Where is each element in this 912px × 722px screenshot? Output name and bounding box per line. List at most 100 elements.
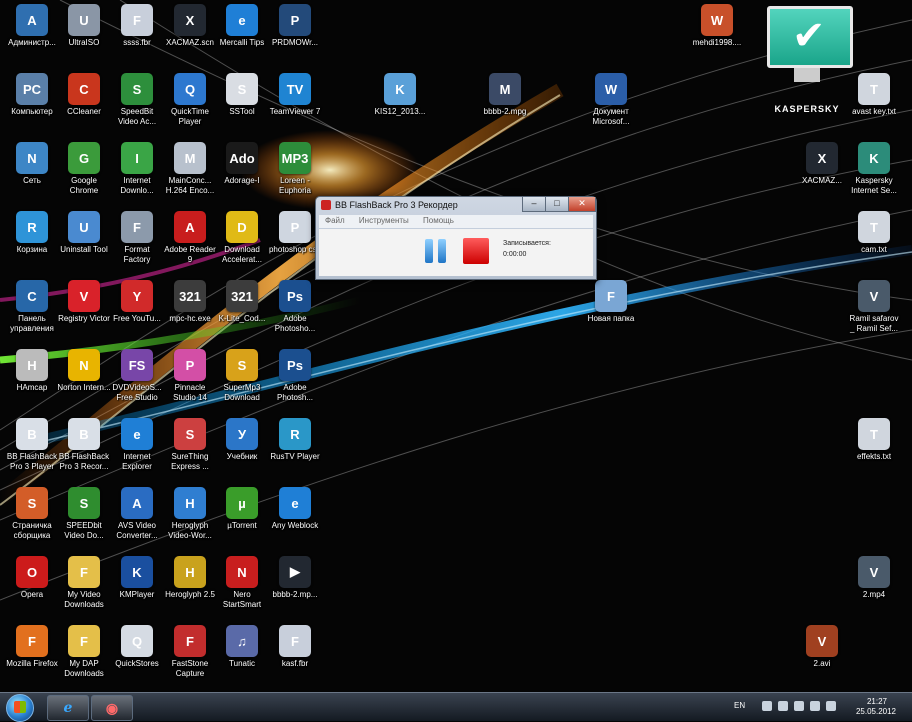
desktop-shortcut[interactable]: S SSTool [215,73,269,117]
desktop-shortcut[interactable]: ♫ Tunatic [215,625,269,669]
desktop-shortcut[interactable]: e Any Weblock [268,487,322,531]
tray-volume-icon[interactable] [826,701,836,711]
desktop-shortcut[interactable]: Q QuickStores [110,625,164,669]
desktop-shortcut[interactable]: F Mozilla Firefox [5,625,59,669]
desktop-shortcut[interactable]: F Format Factory [110,211,164,265]
desktop-shortcut[interactable]: V 2.mp4 [847,556,901,600]
media-file-icon: ▶ [279,556,311,588]
desktop-shortcut[interactable]: PC Компьютер [5,73,59,117]
desktop-shortcut[interactable]: H Heroglyph 2.5 [163,556,217,600]
desktop-shortcut[interactable]: S SpeedBit Video Ac... [110,73,164,127]
menu-help[interactable]: Помощь [417,215,460,225]
desktop-shortcut[interactable]: B BB FlashBack Pro 3 Recor... [57,418,111,472]
stop-button[interactable] [463,238,489,264]
desktop-shortcut[interactable]: У Учебник [215,418,269,462]
desktop-shortcut[interactable]: X XACMAZ.scn [163,4,217,48]
start-button[interactable] [6,694,34,722]
desktop-shortcut[interactable]: A AVS Video Converter... [110,487,164,541]
desktop-shortcut[interactable]: A Администр... [5,4,59,48]
desktop-shortcut[interactable]: V Ramil safarov _ Ramil Sef... [847,280,901,334]
desktop-shortcut[interactable]: S SPEEDbit Video Do... [57,487,111,541]
desktop-shortcut[interactable]: Fkasf.fbr [268,625,322,669]
taskbar-internet-explorer[interactable]: e [47,695,89,721]
desktop-shortcut[interactable]: Mbbbb-2.mpg [478,73,532,117]
desktop-shortcut[interactable]: 321 mpc-hc.exe [163,280,217,324]
desktop-shortcut[interactable]: Y Free YouTu... [110,280,164,324]
desktop-shortcut[interactable]: C Панель управления [5,280,59,334]
desktop-shortcut[interactable]: ▶ bbbb-2.mp... [268,556,322,600]
desktop-shortcut[interactable]: Ps Adobe Photosh... [268,349,322,403]
desktop-shortcut[interactable]: S Страничка сборщика [5,487,59,541]
desktop-shortcut[interactable]: Teffekts.txt [847,418,901,462]
clock-time[interactable]: 21:27 [852,697,902,706]
desktop-shortcut[interactable]: X XACMAZ... [795,142,849,186]
desktop-shortcut[interactable]: M MainConc... H.264 Enco... [163,142,217,196]
kaspersky-gadget[interactable]: ✔ KASPERSKY [764,4,853,116]
desktop-shortcut[interactable]: e Internet Explorer [110,418,164,472]
tray-flag-icon[interactable] [778,701,788,711]
desktop-shortcut[interactable]: Ps Adobe Photosho... [268,280,322,334]
supermp3-icon: S [226,349,258,381]
desktop-shortcut[interactable]: I Internet Downlo... [110,142,164,196]
desktop-shortcut[interactable]: K KMPlayer [110,556,164,600]
desktop-shortcut[interactable]: G Google Chrome [57,142,111,196]
desktop-shortcut[interactable]: F FastStone Capture [163,625,217,679]
desktop-shortcut[interactable]: e Mercalli Tips [215,4,269,48]
desktop-shortcut[interactable]: K KIS12_2013... [373,73,427,117]
desktop-shortcut[interactable]: Tavast key.txt [847,73,901,117]
desktop-shortcut[interactable]: 321 K-Lite_Cod... [215,280,269,324]
desktop-shortcut[interactable]: P Pinnacle Studio 14 [163,349,217,403]
shortcut-label: AVS Video Converter... [116,521,158,540]
pause-button[interactable] [425,239,447,263]
desktop-shortcut[interactable]: Q QuickTime Player [163,73,217,127]
desktop-shortcut[interactable]: Pphotoshop cs6 [268,211,322,255]
desktop-shortcut[interactable]: Tcam.txt [847,211,901,255]
language-indicator[interactable]: EN [734,701,745,710]
desktop-shortcut[interactable]: N Сеть [5,142,59,186]
desktop-shortcut[interactable]: Wmehdi1998.... [690,4,744,48]
desktop-shortcut[interactable]: V 2.avi [795,625,849,669]
desktop-shortcut[interactable]: V Registry Victor [57,280,111,324]
desktop-shortcut[interactable]: B BB FlashBack Pro 3 Player [5,418,59,472]
recorder-window[interactable]: BB FlashBack Pro 3 Рекордер – □ ✕ Файл И… [315,196,597,280]
desktop-shortcut[interactable]: K Kaspersky Internet Se... [847,142,901,196]
desktop-shortcut[interactable]: R RusTV Player [268,418,322,462]
menu-tools[interactable]: Инструменты [353,215,415,225]
desktop-shortcut[interactable]: F Новая папка [584,280,638,324]
desktop-shortcut[interactable]: H HAmcap [5,349,59,393]
desktop-shortcut[interactable]: R Корзина [5,211,59,255]
desktop-shortcut[interactable]: A Adobe Reader 9 [163,211,217,265]
taskbar-bb-flashback[interactable]: ◉ [91,695,133,721]
desktop-shortcut[interactable]: FS DVDVideoS... Free Studio [110,349,164,403]
desktop-shortcut[interactable]: Fssss.fbr [110,4,164,48]
tray-monitor-icon[interactable] [794,701,804,711]
desktop-shortcut[interactable]: P PRDMOWr... [268,4,322,48]
desktop-shortcut[interactable]: F My Video Downloads [57,556,111,610]
tray-up-arrow-icon[interactable] [762,701,772,711]
desktop-shortcut[interactable]: N Nero StartSmart [215,556,269,610]
window-titlebar[interactable]: BB FlashBack Pro 3 Рекордер – □ ✕ [316,197,596,215]
desktop-shortcut[interactable]: MP3 Loreen - Euphoria [268,142,322,196]
avs-converter-icon: A [121,487,153,519]
desktop-shortcut[interactable]: TV TeamViewer 7 [268,73,322,117]
desktop-shortcut[interactable]: O Opera [5,556,59,600]
maximize-button[interactable]: □ [545,197,569,212]
desktop-shortcut[interactable]: U Uninstall Tool [57,211,111,255]
desktop-shortcut[interactable]: D Download Accelerat... [215,211,269,265]
desktop-shortcut[interactable]: N Norton Intern... [57,349,111,393]
desktop-shortcut[interactable]: C CCleaner [57,73,111,117]
desktop-shortcut[interactable]: F My DAP Downloads [57,625,111,679]
desktop-shortcut[interactable]: µ µTorrent [215,487,269,531]
desktop-shortcut[interactable]: S SureThing Express ... [163,418,217,472]
desktop-shortcut[interactable]: U UltraISO [57,4,111,48]
desktop-shortcut[interactable]: S SuperMp3 Download [215,349,269,403]
desktop-shortcut[interactable]: W Документ Microsof... [584,73,638,127]
menu-file[interactable]: Файл [319,215,351,225]
clock-date[interactable]: 25.05.2012 [846,707,906,716]
desktop-shortcut[interactable]: Ado Adorage-I [215,142,269,186]
tray-network-icon[interactable] [810,701,820,711]
minimize-button[interactable]: – [522,197,546,212]
photoshop-file-icon: P [279,211,311,243]
desktop-shortcut[interactable]: H Heroglyph Video-Wor... [163,487,217,541]
close-button[interactable]: ✕ [568,197,596,212]
